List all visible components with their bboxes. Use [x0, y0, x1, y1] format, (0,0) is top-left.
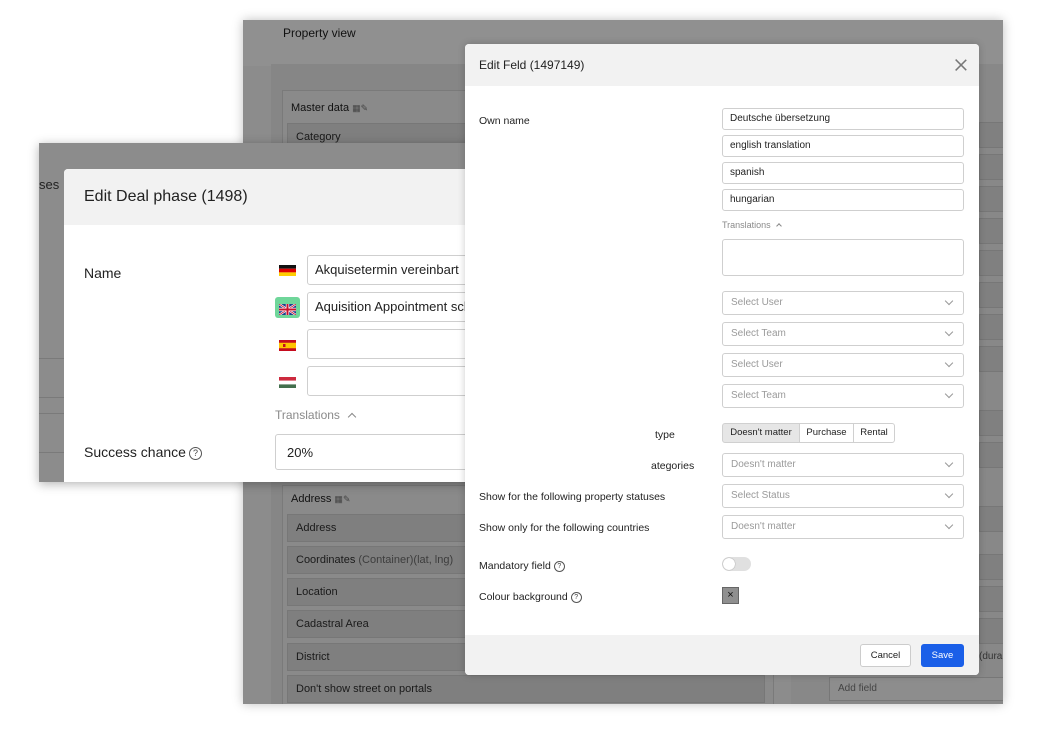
right-row: [979, 410, 1003, 436]
categories-label: ategories: [651, 460, 695, 472]
chevron-down-icon: [944, 358, 954, 368]
name-label: Name: [84, 265, 122, 281]
help-icon[interactable]: ?: [188, 446, 202, 460]
select-team-1[interactable]: Select Team: [722, 322, 964, 346]
type-purchase-button[interactable]: Purchase: [799, 423, 854, 443]
table-icon[interactable]: ▦: [352, 103, 361, 113]
categories-select[interactable]: Doesn't matter: [722, 453, 964, 477]
right-row: [979, 218, 1003, 244]
right-row: [979, 346, 1003, 372]
modal-title: Edit Feld (1497149): [479, 58, 585, 72]
chevron-up-icon: [348, 412, 357, 422]
colour-background-label: Colour background: [479, 591, 568, 603]
right-row: [979, 122, 1003, 148]
truncated-left-text: ses: [39, 177, 60, 192]
select-user-1[interactable]: Select User: [722, 291, 964, 315]
colour-picker-swatch[interactable]: ×: [722, 587, 739, 604]
translations-toggle[interactable]: Translations: [722, 220, 783, 230]
help-icon[interactable]: ?: [570, 591, 582, 603]
right-row: [979, 314, 1003, 340]
right-row: [979, 618, 1003, 644]
translations-textarea[interactable]: [722, 239, 964, 276]
type-rental-button[interactable]: Rental: [853, 423, 895, 443]
chevron-up-icon: [776, 223, 783, 229]
table-icon[interactable]: ▦: [334, 494, 343, 504]
countries-select[interactable]: Doesn't matter: [722, 515, 964, 539]
right-row: [979, 554, 1003, 580]
own-name-en-input[interactable]: english translation: [722, 135, 964, 157]
mandatory-field-label: Mandatory field: [479, 560, 551, 572]
right-row: [979, 282, 1003, 308]
countries-label: Show only for the following countries: [479, 522, 650, 534]
property-statuses-select[interactable]: Select Status: [722, 484, 964, 508]
save-button[interactable]: Save: [921, 644, 964, 667]
mandatory-field-toggle[interactable]: [722, 557, 751, 571]
chevron-down-icon: [944, 389, 954, 399]
translations-toggle[interactable]: Translations: [275, 408, 357, 422]
edit-pencil-icon[interactable]: ✎: [343, 494, 351, 504]
toggle-knob: [723, 558, 735, 570]
gb-flag-icon: [278, 302, 297, 320]
de-flag-icon: [279, 263, 296, 276]
cancel-button[interactable]: Cancel: [860, 644, 911, 667]
chevron-down-icon: [944, 296, 954, 306]
field-row-dont-show-street[interactable]: Don't show street on portals: [287, 675, 765, 703]
address-section-title: Address: [291, 493, 332, 505]
property-view-title: Property view: [283, 26, 356, 40]
close-icon[interactable]: [954, 58, 968, 72]
right-row: [979, 442, 1003, 468]
translations-toggle-label: Translations: [722, 220, 771, 230]
right-row: [979, 586, 1003, 612]
select-user-2[interactable]: Select User: [722, 353, 964, 377]
help-icon[interactable]: ?: [553, 560, 565, 572]
modal-title: Edit Deal phase (1498): [84, 188, 248, 205]
es-flag-icon: [279, 338, 296, 351]
edit-pencil-icon[interactable]: ✎: [361, 103, 369, 113]
list-row: [39, 358, 65, 398]
right-row: [979, 506, 1003, 532]
edit-feld-modal: Edit Feld (1497149) Own name Deutsche üb…: [465, 44, 979, 675]
select-team-2[interactable]: Select Team: [722, 384, 964, 408]
success-chance-label: Success chance: [84, 444, 186, 460]
type-label: type: [655, 429, 675, 441]
add-field-input[interactable]: Add field: [829, 677, 1003, 701]
own-name-label: Own name: [479, 115, 530, 127]
type-doesnt-matter-button[interactable]: Doesn't matter: [722, 423, 800, 443]
master-data-title: Master data: [291, 102, 350, 114]
success-chance-value: 20%: [287, 445, 314, 460]
truncated-duration-text: (dura: [979, 651, 1003, 662]
chevron-down-icon: [944, 458, 954, 468]
own-name-de-input[interactable]: Deutsche übersetzung: [722, 108, 964, 130]
list-row: [39, 413, 65, 453]
right-row: [979, 154, 1003, 180]
property-statuses-label: Show for the following property statuses: [479, 491, 666, 503]
translations-toggle-label: Translations: [275, 408, 340, 422]
own-name-hu-input[interactable]: hungarian: [722, 189, 964, 211]
hu-flag-icon: [279, 375, 296, 388]
chevron-down-icon: [944, 489, 954, 499]
own-name-es-input[interactable]: spanish: [722, 162, 964, 184]
right-row: [979, 250, 1003, 276]
right-row: [979, 186, 1003, 212]
chevron-down-icon: [944, 327, 954, 337]
gb-flag-selected[interactable]: [275, 297, 300, 318]
chevron-down-icon: [944, 520, 954, 530]
